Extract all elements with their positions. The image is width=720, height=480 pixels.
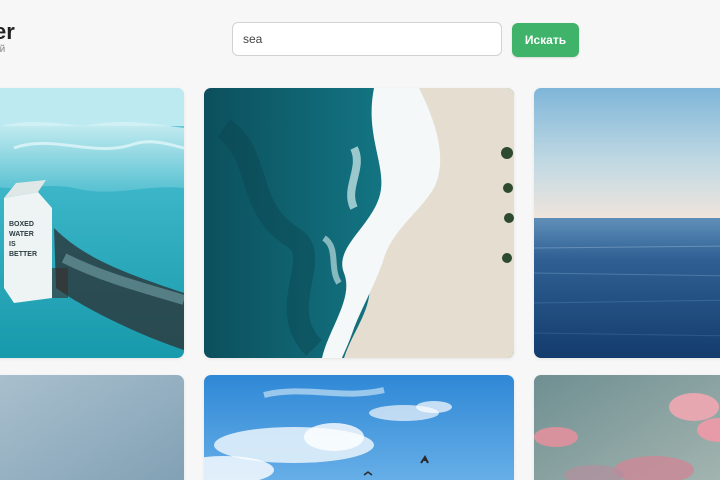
photo-underwater-boxed-water[interactable]: BOXED WATER IS BETTER [0,88,184,358]
aerial-beach-image [204,88,514,358]
photo-aerial-beach[interactable] [204,88,514,358]
search-button[interactable]: Искать [512,23,579,57]
sky-clouds-image [204,375,514,480]
photo-hazy-sky[interactable] [0,375,184,480]
photo-sea-horizon[interactable] [534,88,720,358]
svg-text:BOXED: BOXED [9,221,34,228]
photo-pink-clouds[interactable] [534,375,720,480]
photo-sky-clouds-birds[interactable] [204,375,514,480]
underwater-image: BOXED WATER IS BETTER [0,88,184,358]
svg-text:WATER: WATER [9,231,34,238]
logo-title: er [0,19,15,44]
logo-subtitle: ий [0,44,6,55]
page: er ий Искать [0,0,720,480]
svg-text:BETTER: BETTER [9,251,37,258]
logo[interactable]: er ий [0,20,15,56]
pink-clouds-image [534,375,720,480]
search-input[interactable] [232,22,502,56]
svg-text:IS: IS [9,241,16,248]
sea-horizon-image [534,88,720,358]
hazy-sky-image [0,375,184,480]
